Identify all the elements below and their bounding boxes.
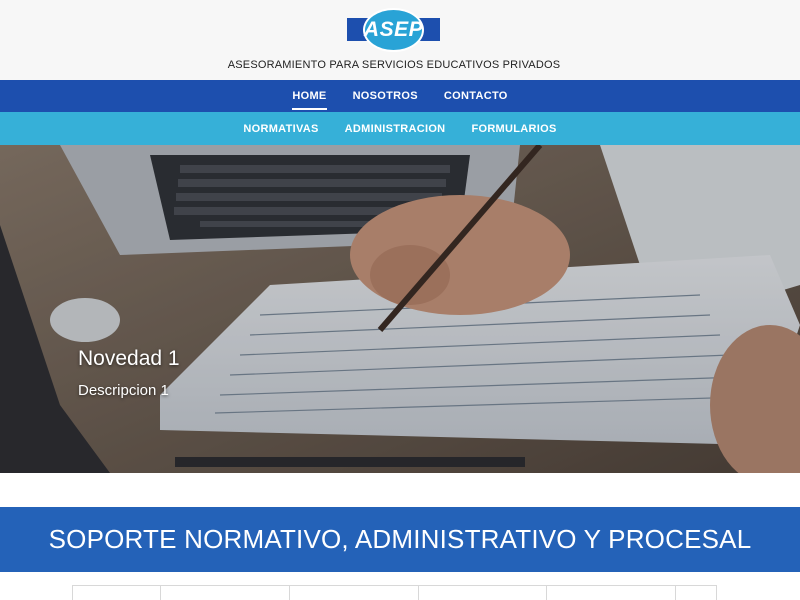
secondary-nav: NORMATIVAS ADMINISTRACION FORMULARIOS bbox=[0, 112, 800, 145]
nav-item-nosotros[interactable]: NOSOTROS bbox=[353, 80, 418, 112]
primary-nav: HOME NOSOTROS CONTACTO bbox=[0, 80, 800, 112]
nav-item-home[interactable]: HOME bbox=[292, 80, 327, 112]
hero-description: Descripcion 1 bbox=[78, 382, 169, 399]
card[interactable] bbox=[161, 586, 290, 600]
card[interactable] bbox=[547, 586, 676, 600]
cards-row bbox=[72, 585, 717, 600]
site-tagline: ASESORAMIENTO PARA SERVICIOS EDUCATIVOS … bbox=[227, 59, 561, 71]
nav-item-normativas[interactable]: NORMATIVAS bbox=[243, 112, 318, 145]
banner-title: SOPORTE NORMATIVO, ADMINISTRATIVO Y PROC… bbox=[48, 524, 752, 554]
card[interactable] bbox=[73, 586, 161, 600]
card[interactable] bbox=[419, 586, 547, 600]
site-header: ASEP ASESORAMIENTO PARA SERVICIOS EDUCAT… bbox=[0, 0, 800, 80]
hero-title: Novedad 1 bbox=[78, 347, 180, 370]
asep-logo[interactable]: ASEP bbox=[347, 8, 440, 52]
nav-item-administracion[interactable]: ADMINISTRACION bbox=[345, 112, 446, 145]
logo-text: ASEP bbox=[363, 18, 424, 41]
nav-item-formularios[interactable]: FORMULARIOS bbox=[471, 112, 556, 145]
card[interactable] bbox=[290, 586, 419, 600]
section-banner: SOPORTE NORMATIVO, ADMINISTRATIVO Y PROC… bbox=[0, 507, 800, 572]
hero-overlay bbox=[0, 145, 800, 473]
card[interactable] bbox=[676, 586, 717, 600]
nav-item-contacto[interactable]: CONTACTO bbox=[444, 80, 508, 112]
hero-slider[interactable]: Novedad 1 Descripcion 1 bbox=[0, 145, 800, 473]
